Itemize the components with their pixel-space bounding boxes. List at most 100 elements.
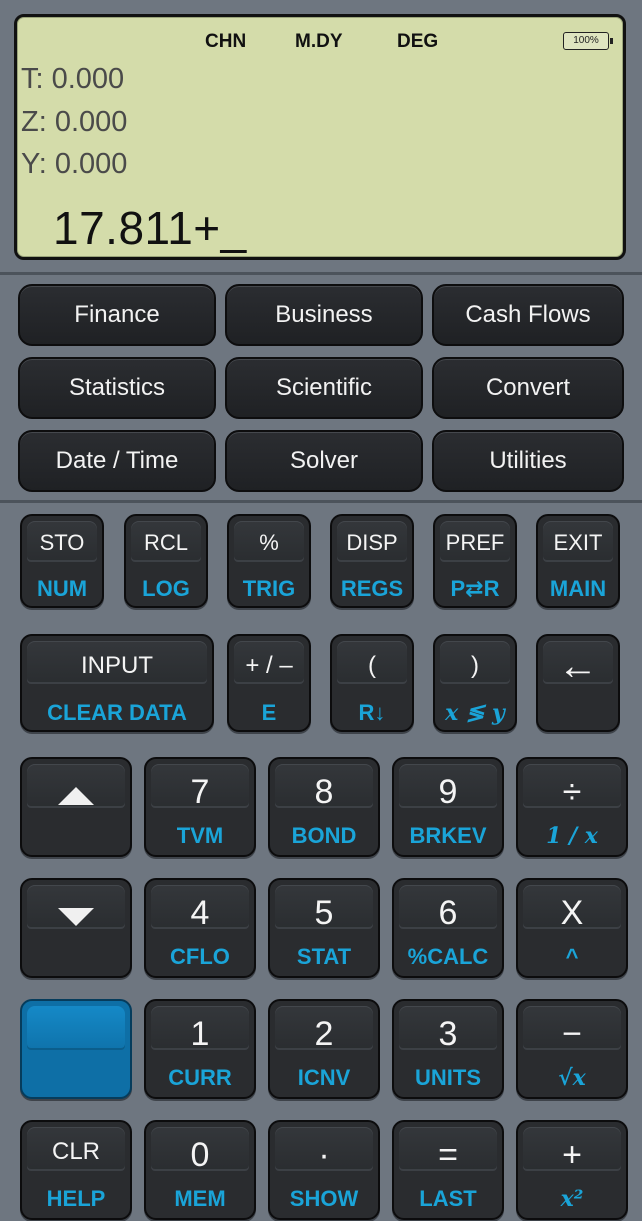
angle-mode-indicator: DEG xyxy=(397,31,439,52)
close-paren-key[interactable]: ) x ≶ y xyxy=(433,634,517,732)
pref-key[interactable]: PREF P⇄R xyxy=(433,514,517,608)
key-main-label: 3 xyxy=(438,1015,458,1053)
key-6[interactable]: 6 %CALC xyxy=(392,878,504,978)
divide-key[interactable]: ÷ 1 / x xyxy=(516,757,628,857)
menu-scientific-button[interactable]: Scientific xyxy=(225,357,423,419)
key-main-label: 1 xyxy=(190,1015,210,1053)
key-shift-label: P⇄R xyxy=(450,576,500,601)
down-key[interactable] xyxy=(20,878,132,978)
key-shift-label: NUM xyxy=(36,576,88,601)
key-shift-label: MEM xyxy=(174,1186,226,1211)
key-shift-label: LOG xyxy=(142,576,190,601)
key-4[interactable]: 4 CFLO xyxy=(144,878,256,978)
key-main-label: · xyxy=(318,1136,330,1174)
battery-icon: 100% xyxy=(563,32,613,50)
divider xyxy=(0,272,642,275)
menu-cash-flows-button[interactable]: Cash Flows xyxy=(432,284,624,346)
input-key[interactable]: INPUT CLEAR DATA xyxy=(20,634,214,732)
key-main-label: 2 xyxy=(314,1015,334,1053)
triangle-down-icon xyxy=(58,908,94,926)
menu-utilities-button[interactable]: Utilities xyxy=(432,430,624,492)
key-main-label: ( xyxy=(368,652,376,679)
calculator-display: CHN M.DY DEG 100% T: 0.000 Z: 0.000 Y: 0… xyxy=(14,14,626,260)
arrow-left-icon: ← xyxy=(558,644,598,688)
key-main-label: DISP xyxy=(346,530,398,555)
shift-key[interactable] xyxy=(20,999,132,1099)
key-5[interactable]: 5 STAT xyxy=(268,878,380,978)
key-shift-label: ^ xyxy=(565,944,579,969)
subtract-key[interactable]: − √x xyxy=(516,999,628,1099)
menu-business-button[interactable]: Business xyxy=(225,284,423,346)
up-key[interactable] xyxy=(20,757,132,857)
key-9[interactable]: 9 BRKEV xyxy=(392,757,504,857)
change-sign-key[interactable]: + / – E xyxy=(227,634,311,732)
key-shift-label: TRIG xyxy=(242,576,296,601)
key-main-label: CLR xyxy=(51,1138,100,1165)
key-shift-label: CLEAR DATA xyxy=(47,700,187,725)
key-shift-label: x ≶ y xyxy=(445,700,505,726)
sto-key[interactable]: STO NUM xyxy=(20,514,104,608)
equals-key[interactable]: = LAST xyxy=(392,1120,504,1220)
menu-statistics-button[interactable]: Statistics xyxy=(18,357,216,419)
key-main-label: RCL xyxy=(143,530,188,555)
key-shift-label: R↓ xyxy=(358,700,386,725)
key-shift-label: 1 / x xyxy=(546,823,598,849)
exit-key[interactable]: EXIT MAIN xyxy=(536,514,620,608)
percent-key[interactable]: % TRIG xyxy=(227,514,311,608)
divider xyxy=(0,500,642,503)
key-1[interactable]: 1 CURR xyxy=(144,999,256,1099)
key-shift-label: BRKEV xyxy=(409,823,487,848)
multiply-key[interactable]: X ^ xyxy=(516,878,628,978)
add-key[interactable]: + x² xyxy=(516,1120,628,1220)
key-main-label: 8 xyxy=(314,773,334,811)
key-shift-label: BOND xyxy=(291,823,357,848)
key-main-label: % xyxy=(259,530,279,555)
key-main-label: ÷ xyxy=(562,773,582,811)
menu-solver-button[interactable]: Solver xyxy=(225,430,423,492)
key-2[interactable]: 2 ICNV xyxy=(268,999,380,1099)
key-main-label: INPUT xyxy=(81,652,153,679)
menu-date-time-button[interactable]: Date / Time xyxy=(18,430,216,492)
key-3[interactable]: 3 UNITS xyxy=(392,999,504,1099)
key-shift-label: LAST xyxy=(419,1186,477,1211)
clr-key[interactable]: CLR HELP xyxy=(20,1120,132,1220)
key-main-label: PREF xyxy=(445,530,505,555)
key-shift-label: STAT xyxy=(296,944,352,969)
key-main-label: + / – xyxy=(245,652,293,679)
key-main-label: + xyxy=(562,1136,582,1174)
key-shift-label: HELP xyxy=(46,1186,106,1211)
key-shift-label: MAIN xyxy=(549,576,607,601)
key-0[interactable]: 0 MEM xyxy=(144,1120,256,1220)
key-main-label: 0 xyxy=(190,1136,210,1174)
key-shift-label: CURR xyxy=(168,1065,232,1090)
key-main-label: 9 xyxy=(438,773,458,811)
rcl-key[interactable]: RCL LOG xyxy=(124,514,208,608)
key-shift-label: UNITS xyxy=(415,1065,481,1090)
open-paren-key[interactable]: ( R↓ xyxy=(330,634,414,732)
menu-finance-button[interactable]: Finance xyxy=(18,284,216,346)
key-main-label: X xyxy=(560,894,584,932)
key-main-label: 5 xyxy=(314,894,334,932)
disp-key[interactable]: DISP REGS xyxy=(330,514,414,608)
key-main-label: EXIT xyxy=(553,530,603,555)
menu-convert-button[interactable]: Convert xyxy=(432,357,624,419)
key-shift-label: %CALC xyxy=(407,944,489,969)
key-main-label: 7 xyxy=(190,773,210,811)
key-shift-label: TVM xyxy=(176,823,224,848)
date-format-indicator: M.DY xyxy=(295,31,343,52)
key-main-label: = xyxy=(438,1136,458,1174)
key-main-label: ) xyxy=(471,652,479,679)
stack-register-z: Z: 0.000 xyxy=(21,106,128,138)
key-shift-label: CFLO xyxy=(170,944,230,969)
key-8[interactable]: 8 BOND xyxy=(268,757,380,857)
decimal-key[interactable]: · SHOW xyxy=(268,1120,380,1220)
key-main-label: 6 xyxy=(438,894,458,932)
backspace-key[interactable]: ← xyxy=(536,634,620,732)
key-shift-label: ICNV xyxy=(297,1065,351,1090)
key-main-label: − xyxy=(562,1015,582,1053)
mode-indicator-chn: CHN xyxy=(205,31,247,52)
key-7[interactable]: 7 TVM xyxy=(144,757,256,857)
entry-line: 17.811+_ xyxy=(53,202,247,254)
key-shift-label: √x xyxy=(558,1065,586,1091)
key-shift-label: REGS xyxy=(340,576,404,601)
